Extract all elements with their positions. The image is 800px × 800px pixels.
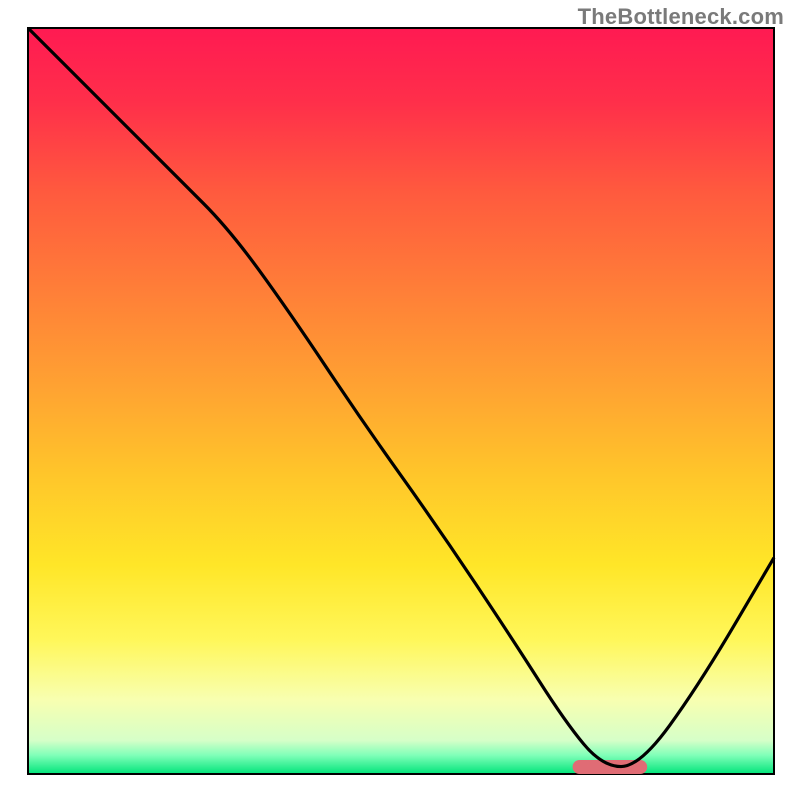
bottleneck-chart xyxy=(0,0,800,800)
